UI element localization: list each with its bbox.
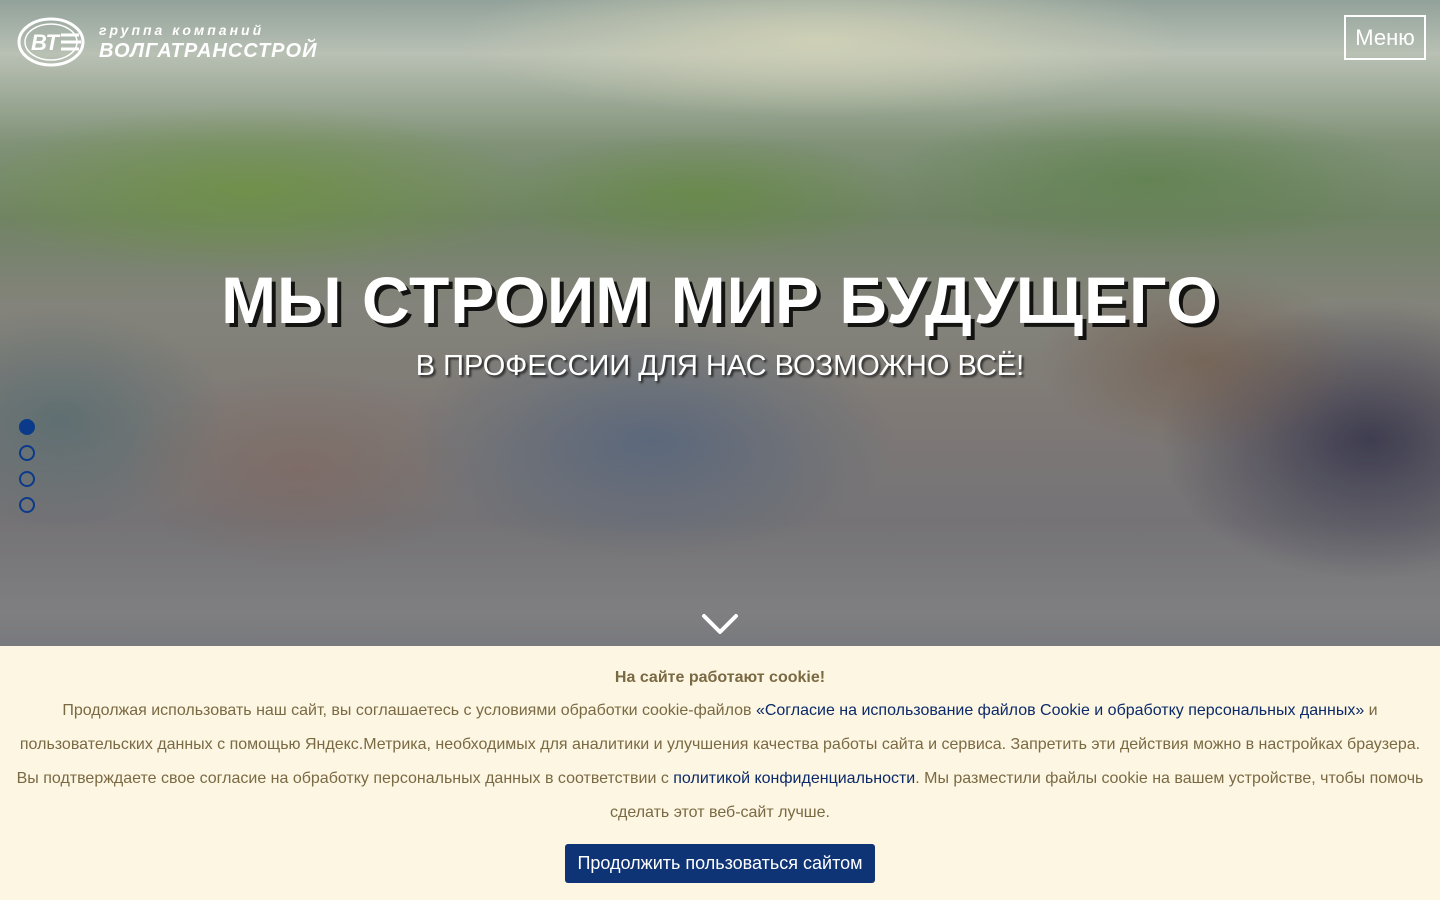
chevron-down-icon[interactable]: [700, 608, 740, 638]
slider-pagination: [19, 419, 35, 513]
cookie-banner: На сайте работают cookie! Продолжая испо…: [0, 646, 1440, 900]
logo-link[interactable]: ВТ группа компаний ВОЛГАТРАНССТРОЙ: [17, 17, 317, 67]
cookie-consent-link[interactable]: «Согласие на использование файлов Cookie…: [756, 702, 1364, 719]
continue-button[interactable]: Продолжить пользоваться сайтом: [565, 844, 875, 883]
cookie-text-part-1: Продолжая использовать наш сайт, вы согл…: [62, 702, 756, 719]
privacy-policy-link[interactable]: политикой конфиденциальности: [673, 770, 915, 787]
cookie-title: На сайте работают cookie!: [614, 669, 826, 686]
vts-logo-icon: ВТ: [17, 17, 85, 67]
page: ВТ группа компаний ВОЛГАТРАНССТРОЙ Меню …: [0, 0, 1440, 900]
slide-dot-4[interactable]: [19, 497, 35, 513]
logo-text: группа компаний ВОЛГАТРАНССТРОЙ: [99, 23, 317, 61]
slide-dot-2[interactable]: [19, 445, 35, 461]
slide-dot-3[interactable]: [19, 471, 35, 487]
hero-title: МЫ СТРОИМ МИР БУДУЩЕГО: [221, 263, 1219, 337]
logo-line-company: ВОЛГАТРАНССТРОЙ: [99, 40, 318, 62]
menu-button[interactable]: Меню: [1344, 15, 1426, 60]
cookie-text: Продолжая использовать наш сайт, вы согл…: [10, 694, 1430, 830]
slide-dot-1[interactable]: [19, 419, 35, 435]
hero-subtitle: В ПРОФЕССИИ ДЛЯ НАС ВОЗМОЖНО ВСЁ!: [415, 350, 1025, 382]
logo-line-group: группа компаний: [99, 22, 265, 38]
svg-text:ВТ: ВТ: [31, 30, 61, 55]
